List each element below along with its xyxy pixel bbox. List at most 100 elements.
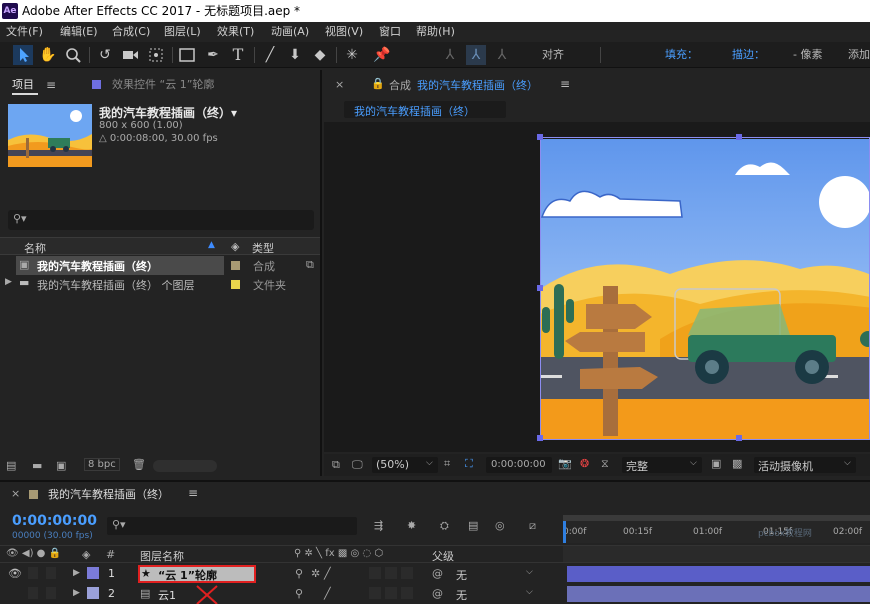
menu-file[interactable]: 文件(F): [6, 22, 43, 42]
transform-handle[interactable]: [537, 134, 543, 140]
transform-handle[interactable]: [736, 134, 742, 140]
expand-arrow-icon[interactable]: ▶: [73, 568, 80, 578]
camera-dropdown[interactable]: 活动摄像机 ⌵: [754, 457, 856, 473]
type-tool-icon[interactable]: T: [228, 45, 248, 65]
layer-name[interactable]: 云1: [158, 587, 176, 603]
label-tag-icon[interactable]: ◈: [231, 240, 239, 253]
monitor-icon[interactable]: 🖵: [352, 458, 363, 472]
eye-icon[interactable]: 👁: [8, 567, 22, 580]
sort-ascending-icon[interactable]: ▲: [208, 240, 215, 250]
layer-label-color[interactable]: [87, 567, 99, 579]
flowchart-icon[interactable]: ⧉: [306, 258, 314, 272]
menu-help[interactable]: 帮助(H): [416, 22, 455, 42]
layer-row[interactable]: 👁 ▶ 1 ★ “云 1”轮廓 ⚲ ✲ ╱ @ 无 ⌵: [0, 564, 870, 584]
rectangle-tool-icon[interactable]: [177, 45, 197, 65]
roto-brush-tool-icon[interactable]: ✳: [342, 45, 362, 65]
menu-layer[interactable]: 图层(L): [164, 22, 201, 42]
parent-dropdown[interactable]: 无 ⌵: [452, 566, 542, 582]
playhead[interactable]: [563, 521, 566, 543]
fill-label[interactable]: 填充：: [665, 47, 698, 63]
camera-tool-icon[interactable]: [120, 45, 140, 65]
pickwhip-icon[interactable]: @: [432, 567, 443, 580]
view-axis-icon[interactable]: ⅄: [492, 45, 512, 65]
close-tab-icon[interactable]: ×: [11, 487, 20, 500]
parent-dropdown[interactable]: 无 ⌵: [452, 586, 542, 602]
transform-handle[interactable]: [537, 435, 543, 441]
stroke-label[interactable]: 描边：: [732, 47, 765, 63]
lock-toggle[interactable]: [46, 567, 56, 579]
column-parent[interactable]: 父级: [432, 548, 454, 564]
time-ruler[interactable]: 0:00f 00:15f 01:00f 01:15f 02:00f pcbox教…: [563, 515, 870, 543]
transparency-grid-icon[interactable]: ▩: [732, 457, 742, 470]
effect-controls-tab[interactable]: 效果控件 “云 1”轮廓: [112, 73, 214, 97]
menu-composition[interactable]: 合成(C): [112, 22, 150, 42]
menu-effect[interactable]: 效果(T): [217, 22, 254, 42]
column-layer-name[interactable]: 图层名称: [140, 548, 184, 564]
layer-duration-bar[interactable]: [567, 586, 870, 602]
add-label[interactable]: 添加: [848, 47, 870, 63]
solo-toggle[interactable]: [28, 567, 38, 579]
resolution-grid-icon[interactable]: ⌗: [444, 457, 450, 471]
local-axis-icon[interactable]: ⅄: [440, 45, 460, 65]
comp-mini-flowchart-icon[interactable]: ⇶: [374, 519, 383, 532]
breadcrumb-label[interactable]: 我的汽车教程插画（终）: [354, 103, 475, 119]
timeline-search-input[interactable]: ⚲▾: [107, 517, 357, 535]
layer-bounding-box[interactable]: [540, 137, 870, 440]
layer-row[interactable]: ▶ 2 ▤ 云1 ⚲ ╱ @ 无 ⌵: [0, 584, 870, 604]
composition-tab[interactable]: 我的汽车教程插画（终）: [417, 77, 538, 93]
trash-icon[interactable]: 🗑: [132, 458, 146, 471]
comp-info-title[interactable]: 我的汽车教程插画（终）▾: [99, 104, 237, 121]
column-name[interactable]: 名称: [24, 240, 46, 256]
frame-blending-icon[interactable]: ▤: [468, 519, 478, 532]
lock-toggle[interactable]: [46, 587, 56, 599]
menu-view[interactable]: 视图(V): [325, 22, 363, 42]
resolution-dropdown[interactable]: 完整 ⌵: [622, 457, 702, 473]
transform-handle[interactable]: [537, 285, 543, 291]
timeline-tab[interactable]: 我的汽车教程插画（终）: [48, 486, 169, 502]
interpret-footage-icon[interactable]: ▤: [6, 459, 16, 472]
snapshot-camera-icon[interactable]: 📷: [558, 457, 572, 470]
shy-layers-icon[interactable]: ⛭: [440, 519, 449, 533]
project-search-input[interactable]: ⚲▾: [8, 210, 314, 230]
bit-depth-button[interactable]: 8 bpc: [84, 458, 120, 471]
zoom-dropdown[interactable]: (50%) ⌵: [372, 457, 438, 473]
column-type[interactable]: 类型: [252, 240, 274, 256]
selection-tool-icon[interactable]: [13, 45, 33, 65]
layer-duration-bar[interactable]: [567, 566, 870, 582]
pickwhip-icon[interactable]: @: [432, 587, 443, 600]
zoom-tool-icon[interactable]: [63, 45, 83, 65]
menu-animation[interactable]: 动画(A): [271, 22, 309, 42]
new-folder-icon[interactable]: ▬: [32, 459, 42, 472]
collapse-switch-icon[interactable]: ✲: [311, 567, 320, 580]
comp-viewer[interactable]: [324, 122, 870, 452]
pen-tool-icon[interactable]: ✒: [203, 45, 223, 65]
thumbnail-slider[interactable]: [153, 460, 217, 472]
panel-menu-icon[interactable]: ≡: [560, 77, 570, 91]
motion-blur-icon[interactable]: ◎: [495, 519, 505, 532]
quality-switch-icon[interactable]: ╱: [324, 567, 331, 580]
menu-window[interactable]: 窗口: [379, 22, 401, 42]
expand-arrow-icon[interactable]: ▶: [73, 588, 80, 598]
shy-switch-icon[interactable]: ⚲: [295, 587, 303, 600]
color-channels-icon[interactable]: ❂: [580, 457, 589, 470]
layer-label-color[interactable]: [87, 587, 99, 599]
project-item-row[interactable]: ▣ 我的汽车教程插画（终） 合成 ⧉: [0, 256, 320, 275]
brush-tool-icon[interactable]: ╱: [260, 45, 280, 65]
close-tab-icon[interactable]: ×: [335, 78, 344, 91]
always-preview-icon[interactable]: ⧉: [332, 458, 340, 472]
hand-tool-icon[interactable]: ✋: [38, 45, 58, 65]
expand-arrow-icon[interactable]: ▶: [5, 277, 12, 287]
layer-name[interactable]: “云 1”轮廓: [158, 567, 217, 583]
quality-switch-icon[interactable]: ╱: [324, 587, 331, 600]
timeline-current-time[interactable]: 0:00:00:00: [12, 513, 97, 529]
graph-editor-icon[interactable]: ⧄: [529, 519, 536, 533]
menu-edit[interactable]: 编辑(E): [60, 22, 98, 42]
eraser-tool-icon[interactable]: ◆: [310, 45, 330, 65]
new-composition-icon[interactable]: ▣: [56, 459, 66, 472]
rotate-tool-icon[interactable]: ↺: [95, 45, 115, 65]
world-axis-icon[interactable]: ⅄: [466, 45, 486, 65]
show-channel-icon[interactable]: ⧖: [601, 457, 609, 471]
puppet-pin-tool-icon[interactable]: 📌: [372, 45, 392, 65]
transform-handle[interactable]: [736, 435, 742, 441]
panel-menu-icon[interactable]: ≡: [188, 486, 198, 500]
